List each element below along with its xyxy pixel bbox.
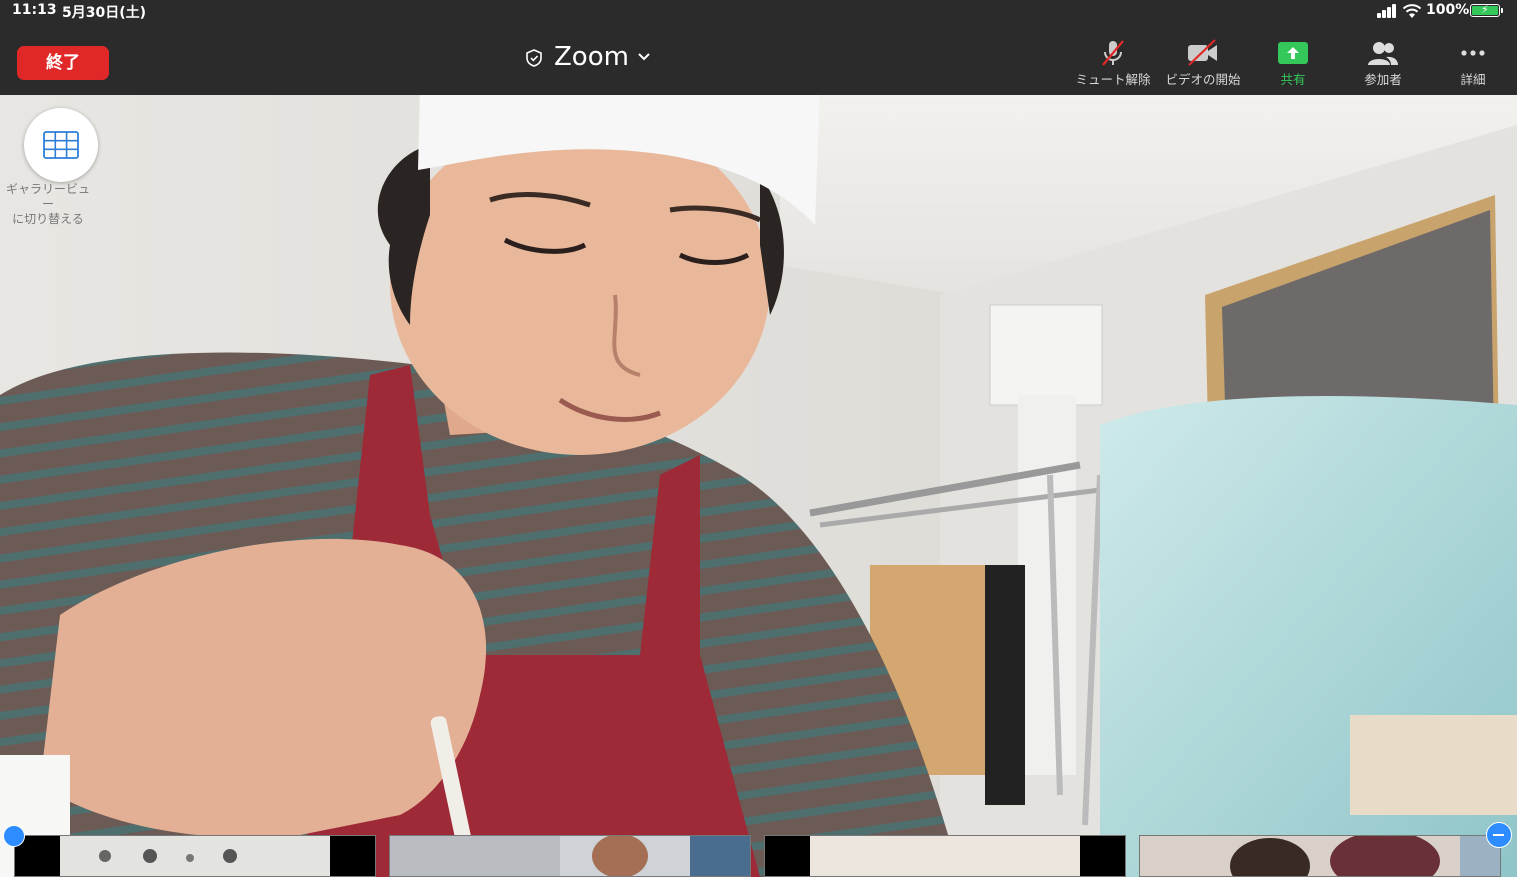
collapse-thumbnails-icon[interactable]	[1486, 822, 1512, 848]
thumbnail-video	[1140, 836, 1500, 876]
thumbnail-video	[765, 836, 1125, 876]
thumbnail-video	[390, 836, 750, 876]
battery-percent: 100%	[1426, 2, 1470, 18]
participant-thumbnail[interactable]	[1139, 835, 1501, 877]
grid-icon	[43, 131, 79, 159]
battery-tip	[1501, 8, 1503, 13]
end-meeting-button[interactable]: 終了	[17, 46, 109, 80]
more-label: 詳細	[1460, 72, 1486, 87]
participants-button[interactable]: 参加者	[1338, 34, 1428, 90]
status-bar: 11:13 5月30日(土) 100% ⚡	[0, 0, 1517, 22]
gallery-view-label-line2: に切り替える	[12, 212, 84, 226]
pin-video-icon[interactable]	[3, 825, 25, 847]
unmute-button[interactable]: ミュート解除	[1068, 34, 1158, 90]
share-screen-button[interactable]: 共有	[1248, 34, 1338, 90]
microphone-muted-icon	[1102, 40, 1124, 66]
participants-icon	[1368, 42, 1398, 65]
meeting-toolbar: 終了 Zoom ミュート解除 ビデオの開始 共有 参加者 詳細	[0, 22, 1517, 95]
battery-charging-icon: ⚡	[1470, 4, 1500, 17]
more-icon	[1461, 50, 1485, 56]
shield-icon	[526, 49, 542, 67]
chevron-down-icon	[638, 53, 650, 61]
start-video-button[interactable]: ビデオの開始	[1158, 34, 1248, 90]
gallery-view-toggle[interactable]	[24, 108, 98, 182]
wifi-icon	[1402, 4, 1422, 18]
meeting-title: Zoom	[554, 42, 629, 72]
status-time: 11:13	[12, 2, 57, 18]
signal-icon	[1377, 4, 1399, 18]
gallery-view-label-line1: ギャラリービュー	[5, 182, 90, 211]
share-screen-icon	[1278, 42, 1308, 64]
gallery-view-label: ギャラリービュー に切り替える	[4, 182, 92, 227]
participant-thumbnail[interactable]	[764, 835, 1126, 877]
participant-thumbnail[interactable]	[389, 835, 751, 877]
participant-thumbnail-strip	[0, 835, 1517, 877]
video-off-icon	[1188, 39, 1217, 66]
status-date: 5月30日(土)	[62, 5, 147, 21]
video-frame	[0, 95, 1517, 877]
participant-thumbnail[interactable]	[14, 835, 376, 877]
more-button[interactable]: 詳細	[1428, 34, 1517, 90]
thumbnail-video	[15, 836, 375, 876]
active-speaker-video	[0, 95, 1517, 877]
